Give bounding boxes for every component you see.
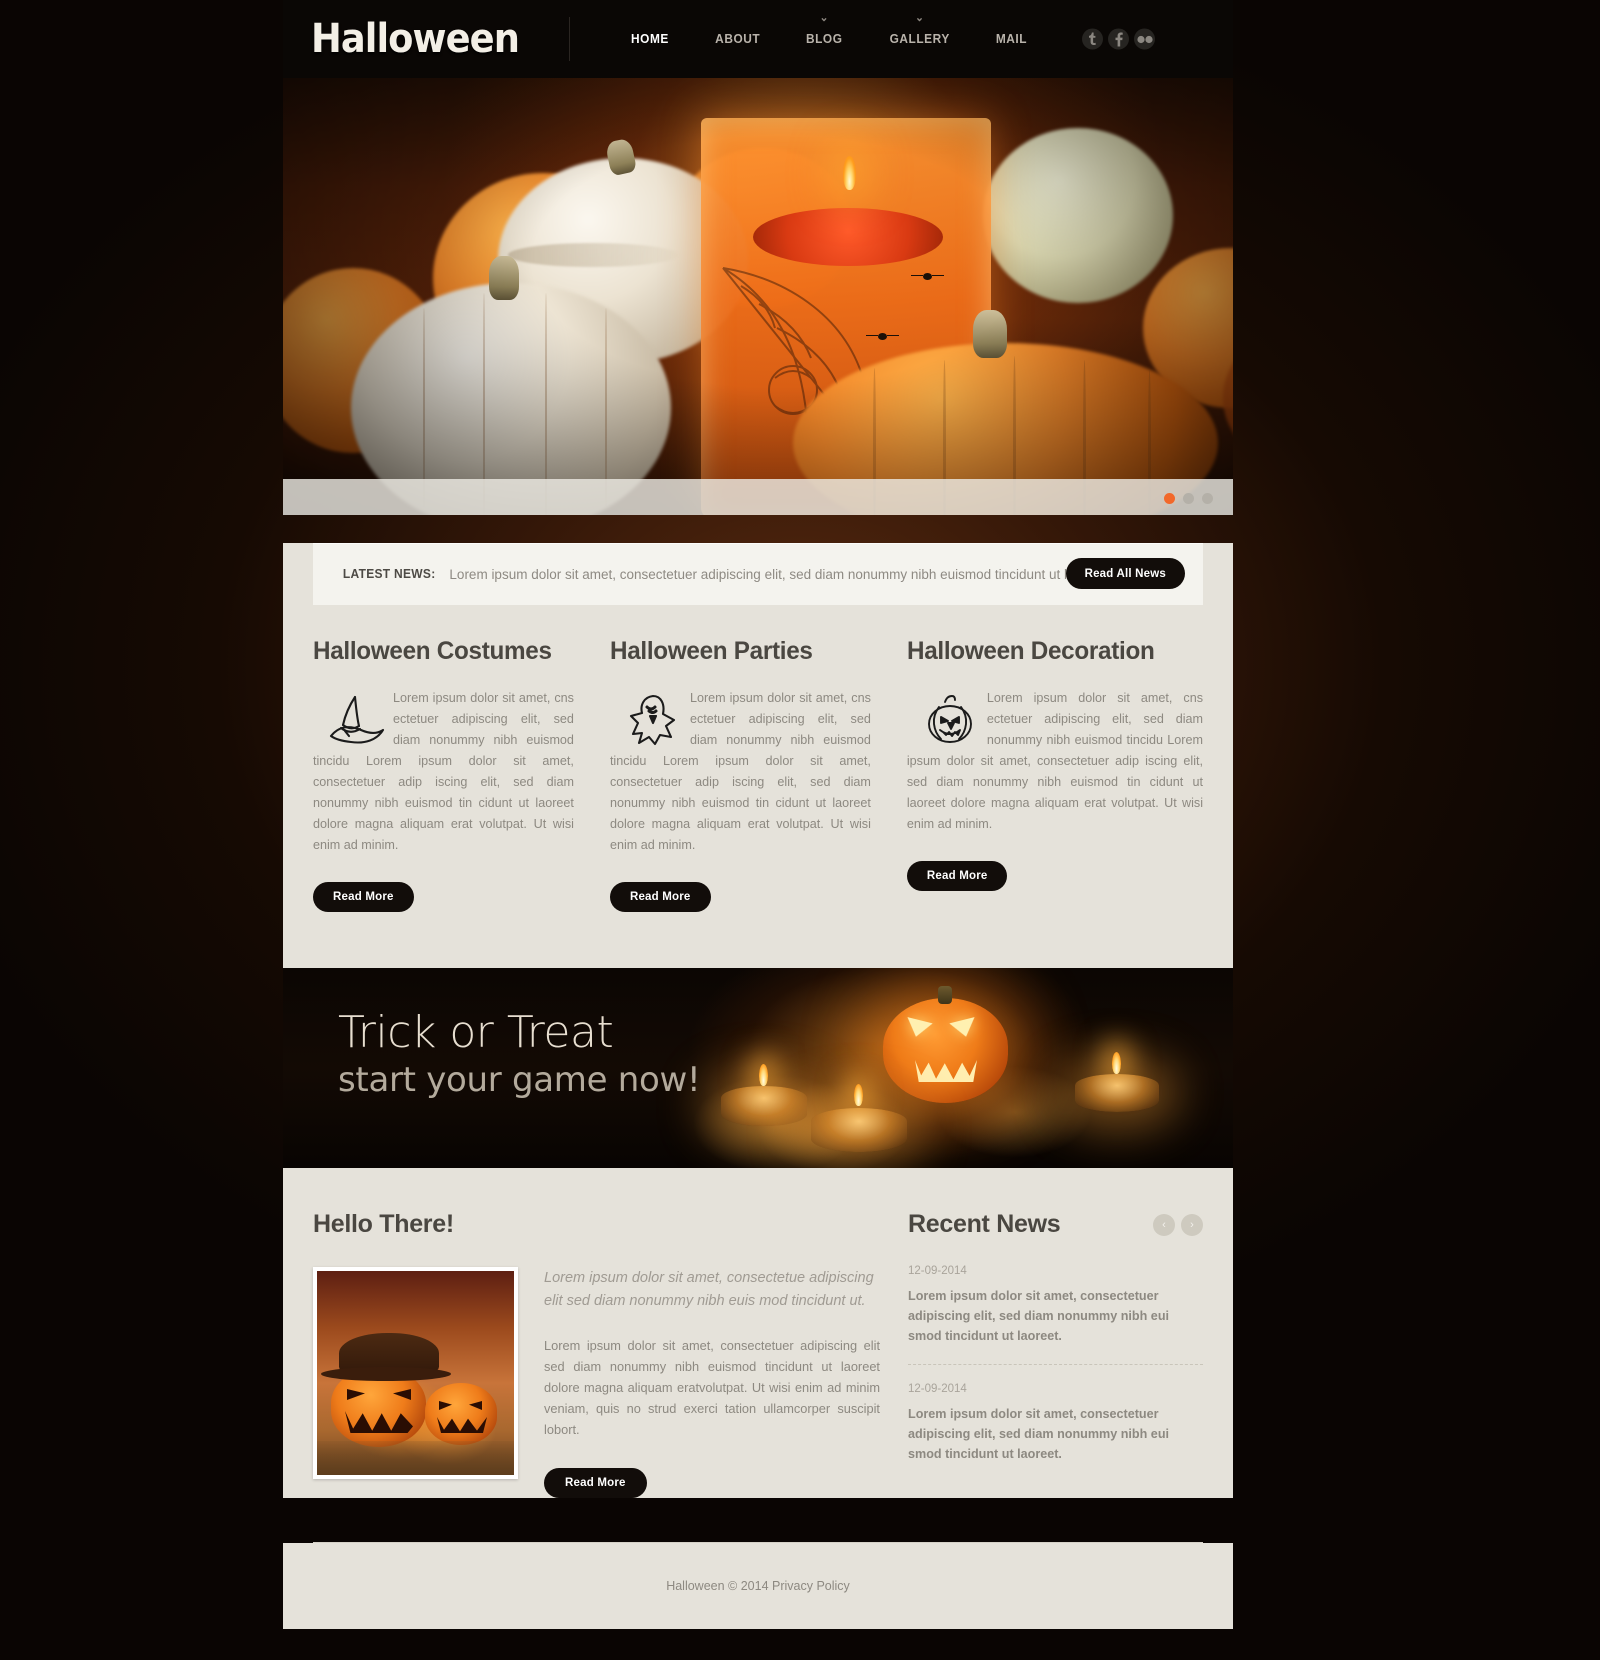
promo-text: Trick or Treat start your game now! — [338, 1007, 701, 1101]
recent-news-text: Lorem ipsum dolor sit amet, consectetuer… — [908, 1407, 1170, 1461]
promo-headline: Trick or Treat — [338, 1007, 614, 1058]
recent-news-item[interactable]: 12-09-2014 Lorem ipsum dolor sit amet, c… — [908, 1265, 1203, 1346]
jack-o-lantern-icon — [919, 692, 981, 748]
hello-lead-text: Lorem ipsum dolor sit amet, consectetue … — [544, 1270, 874, 1309]
latest-news-bar: LATEST NEWS: Lorem ipsum dolor sit amet,… — [313, 543, 1203, 605]
tumblr-icon[interactable] — [1082, 28, 1103, 50]
hero-dot-1[interactable] — [1164, 493, 1175, 504]
recent-news-prev-button[interactable]: ‹ — [1153, 1213, 1175, 1236]
latest-news-label: LATEST NEWS: — [342, 567, 436, 581]
column-title: Halloween Parties — [609, 637, 813, 665]
site-container: Halloween HOME ABOUT ⌄ BLOG ⌄ GALLERY MA… — [283, 0, 1233, 1660]
lower-content: Hello There! Lorem ipsum dolor sit amet,… — [283, 1168, 1233, 1498]
hello-photo-frame — [313, 1267, 518, 1479]
ghost-icon — [622, 692, 684, 748]
nav-label-gallery: GALLERY — [889, 32, 950, 46]
nav-label-blog: BLOG — [806, 32, 843, 46]
main-content: LATEST NEWS: Lorem ipsum dolor sit amet,… — [283, 543, 1233, 968]
nav-item-mail[interactable]: MAIL — [975, 32, 1048, 46]
hero-caption-strip — [283, 479, 1233, 515]
recent-news-next-button[interactable]: › — [1181, 1213, 1203, 1236]
nav-item-gallery[interactable]: ⌄ GALLERY — [869, 13, 971, 47]
site-footer: Halloween © 2014 Privacy Policy — [283, 1543, 1233, 1629]
read-more-button-parties[interactable]: Read More — [609, 882, 711, 912]
recent-news-section: Recent News ‹ › 12-09-2014 Lorem ipsum d… — [908, 1210, 1203, 1498]
nav-item-home[interactable]: HOME — [610, 32, 690, 46]
recent-news-title: Recent News — [908, 1210, 1061, 1238]
news-divider — [908, 1364, 1203, 1365]
site-logo[interactable]: Halloween — [311, 16, 520, 62]
promo-banner[interactable]: Trick or Treat start your game now! — [283, 968, 1233, 1168]
hero-pagination — [1164, 493, 1213, 504]
hello-title: Hello There! — [313, 1210, 454, 1238]
nav-item-about[interactable]: ABOUT — [694, 32, 781, 46]
hero-slider[interactable] — [283, 78, 1233, 515]
feature-column-decoration: Halloween Decoration Lorem ipsum dolor s… — [906, 637, 1203, 912]
hello-read-more-button[interactable]: Read More — [544, 1468, 647, 1498]
footer-text[interactable]: Halloween © 2014 Privacy Policy — [666, 1579, 850, 1593]
hello-paragraph: Lorem ipsum dolor sit amet, consectetuer… — [544, 1338, 880, 1437]
promo-subheadline: start your game now! — [338, 1060, 701, 1101]
feature-columns: Halloween Costumes Lorem ipsum dolor sit… — [283, 605, 1233, 912]
chevron-down-icon: ⌄ — [915, 12, 925, 24]
recent-news-date: 12-09-2014 — [908, 1383, 967, 1395]
hello-section: Hello There! Lorem ipsum dolor sit amet,… — [313, 1210, 908, 1498]
hello-photo — [317, 1271, 514, 1475]
flickr-icon[interactable] — [1134, 28, 1155, 50]
feature-column-costumes: Halloween Costumes Lorem ipsum dolor sit… — [313, 637, 610, 912]
nav-label-about: ABOUT — [715, 32, 761, 46]
main-navigation: HOME ABOUT ⌄ BLOG ⌄ GALLERY MAIL — [608, 13, 1050, 47]
column-title: Halloween Decoration — [906, 637, 1155, 665]
chevron-down-icon: ⌄ — [820, 12, 830, 24]
column-title: Halloween Costumes — [313, 637, 552, 665]
facebook-icon[interactable] — [1108, 28, 1129, 50]
hero-dot-2[interactable] — [1183, 493, 1194, 504]
witch-hat-icon — [325, 692, 387, 748]
read-more-button-decoration[interactable]: Read More — [906, 861, 1008, 891]
feature-column-parties: Halloween Parties Lorem ipsum dolor sit … — [609, 637, 907, 912]
latest-news-text: Lorem ipsum dolor sit amet, consectetuer… — [449, 566, 1106, 582]
recent-news-item[interactable]: 12-09-2014 Lorem ipsum dolor sit amet, c… — [908, 1383, 1203, 1464]
nav-label-mail: MAIL — [996, 32, 1028, 46]
recent-news-date: 12-09-2014 — [908, 1265, 967, 1277]
hero-dot-3[interactable] — [1202, 493, 1213, 504]
nav-item-blog[interactable]: ⌄ BLOG — [785, 13, 863, 47]
site-header: Halloween HOME ABOUT ⌄ BLOG ⌄ GALLERY MA… — [283, 0, 1233, 78]
social-links — [1082, 28, 1155, 50]
logo-divider — [569, 17, 571, 61]
read-all-news-button[interactable]: Read All News — [1065, 558, 1185, 589]
read-more-button-costumes[interactable]: Read More — [313, 882, 414, 912]
hero-image — [283, 78, 1233, 515]
nav-label-home: HOME — [631, 32, 669, 46]
recent-news-text: Lorem ipsum dolor sit amet, consectetuer… — [908, 1289, 1170, 1343]
